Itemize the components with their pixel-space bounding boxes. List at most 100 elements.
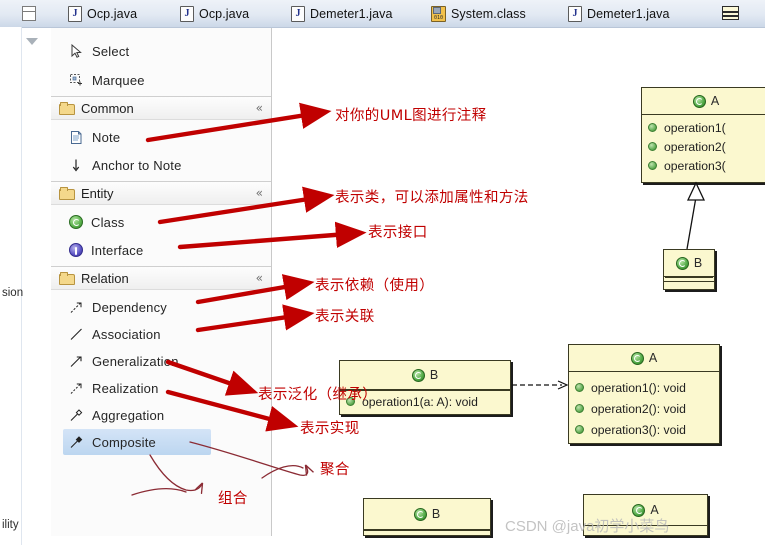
palette-item-select[interactable]: Select bbox=[51, 38, 271, 64]
collapse-caret-icon[interactable] bbox=[26, 38, 38, 45]
palette-item-anchor-to-note[interactable]: Anchor to Note bbox=[51, 152, 271, 178]
uml-class-b-top[interactable]: B bbox=[663, 249, 715, 290]
operation-label: operation3(): void bbox=[591, 422, 686, 437]
operation-visibility-icon bbox=[575, 383, 584, 392]
editor-tab-0[interactable]: Ocp.java bbox=[60, 2, 145, 26]
uml-operation: operation3(): void bbox=[575, 419, 719, 440]
uml-class-name: A bbox=[648, 351, 658, 365]
palette-label: Interface bbox=[91, 242, 144, 258]
palette-label: Note bbox=[92, 129, 121, 145]
uml-operation: operation2(): void bbox=[575, 398, 719, 419]
palette-label: Anchor to Note bbox=[92, 157, 182, 173]
operation-visibility-icon bbox=[648, 142, 657, 151]
class-badge-icon bbox=[630, 351, 644, 365]
annotation-realization: 表示实现 bbox=[300, 421, 360, 437]
operation-label: operation2( bbox=[664, 139, 726, 154]
palette-label: Select bbox=[92, 43, 130, 59]
uml-class-title: A bbox=[569, 345, 719, 372]
folder-icon bbox=[59, 187, 75, 200]
editor-tab-4[interactable]: Demeter1.java bbox=[560, 2, 678, 26]
chevron-collapse-icon[interactable]: « bbox=[256, 271, 263, 285]
palette-section-entity[interactable]: Entity « bbox=[51, 181, 271, 205]
java-file-icon bbox=[180, 6, 194, 22]
editor-tab-label: Demeter1.java bbox=[587, 7, 670, 21]
uml-operations: operation1(): void operation2(): void op… bbox=[569, 372, 719, 443]
uml-class-name: B bbox=[693, 256, 703, 270]
palette-item-dependency[interactable]: Dependency bbox=[51, 294, 271, 320]
editor-tab-1[interactable]: Ocp.java bbox=[172, 2, 257, 26]
palette-section-common[interactable]: Common « bbox=[51, 96, 271, 120]
annotation-class: 表示类，可以添加属性和方法 bbox=[335, 190, 529, 206]
class-badge-icon bbox=[675, 256, 689, 270]
palette-item-interface[interactable]: Interface bbox=[51, 237, 271, 263]
palette-item-composite[interactable]: Composite bbox=[63, 429, 211, 455]
editor-tab-2[interactable]: Demeter1.java bbox=[283, 2, 401, 26]
palette-label: Dependency bbox=[92, 299, 167, 315]
palette-item-generalization[interactable]: Generalization bbox=[51, 348, 271, 374]
dependency-arrow-icon bbox=[69, 300, 84, 315]
uml-class-a-top[interactable]: A operation1( operation2( operation3( bbox=[641, 87, 765, 183]
marquee-icon bbox=[69, 73, 84, 88]
interface-icon bbox=[69, 243, 83, 257]
uml-operations: operation1( operation2( operation3( bbox=[642, 115, 765, 178]
left-edge-strip bbox=[0, 27, 22, 545]
editor-tab-label: Demeter1.java bbox=[310, 7, 393, 21]
operation-visibility-icon bbox=[575, 425, 584, 434]
class-badge-icon bbox=[411, 368, 425, 382]
palette-item-marquee[interactable]: Marquee bbox=[51, 67, 271, 93]
palette-item-realization[interactable]: Realization bbox=[51, 375, 271, 401]
left-strip-divider bbox=[21, 27, 22, 545]
palette-label: Realization bbox=[92, 380, 159, 396]
uml-operation: operation1( bbox=[648, 118, 765, 137]
class-icon bbox=[69, 215, 83, 229]
palette-label: Composite bbox=[92, 434, 156, 450]
class-diagram-icon[interactable] bbox=[722, 6, 739, 20]
uml-operation: operation1(): void bbox=[575, 377, 719, 398]
palette-item-association[interactable]: Association bbox=[51, 321, 271, 347]
chevron-collapse-icon[interactable]: « bbox=[256, 101, 263, 115]
annotation-dependency: 表示依赖（使用） bbox=[315, 278, 435, 294]
java-file-icon bbox=[68, 6, 82, 22]
uml-empty-compartment bbox=[664, 277, 714, 282]
java-file-icon bbox=[568, 6, 582, 22]
class-badge-icon bbox=[692, 94, 706, 108]
operation-label: operation1(a: A): void bbox=[362, 394, 478, 409]
cursor-icon bbox=[69, 43, 84, 59]
uml-class-a-mid[interactable]: A operation1(): void operation2(): void … bbox=[568, 344, 720, 444]
palette-item-class[interactable]: Class bbox=[51, 209, 271, 235]
uml-operation: operation3( bbox=[648, 156, 765, 175]
java-file-icon bbox=[291, 6, 305, 22]
dependency-connector[interactable] bbox=[512, 380, 569, 390]
uml-operation: operation2( bbox=[648, 137, 765, 156]
uml-class-b-bottom[interactable]: B bbox=[363, 498, 491, 536]
annotation-note: 对你的UML图进行注释 bbox=[335, 108, 487, 124]
annotation-association: 表示关联 bbox=[315, 309, 375, 325]
folder-icon bbox=[59, 272, 75, 285]
palette-label: Generalization bbox=[92, 353, 179, 369]
uml-class-name: B bbox=[431, 507, 441, 521]
uml-class-title: B bbox=[664, 250, 714, 277]
palette-item-aggregation[interactable]: Aggregation bbox=[51, 402, 271, 428]
class-file-icon bbox=[431, 6, 446, 22]
realization-arrow-icon bbox=[69, 381, 84, 396]
palette-label: Class bbox=[91, 214, 125, 230]
aggregation-diamond-icon bbox=[69, 408, 84, 423]
palette-label: Aggregation bbox=[92, 407, 165, 423]
editor-tab-label: Ocp.java bbox=[199, 7, 250, 21]
uml-class-title: A bbox=[642, 88, 765, 115]
editor-tab-label: Ocp.java bbox=[87, 7, 138, 21]
note-icon bbox=[69, 130, 84, 145]
uml-class-title: B bbox=[364, 499, 490, 531]
watermark: CSDN @java初学小菜鸟 bbox=[505, 518, 670, 535]
generalization-connector[interactable] bbox=[686, 181, 706, 250]
association-line-icon bbox=[69, 327, 84, 342]
edge-fragment-ility: ility bbox=[2, 519, 19, 531]
palette-section-title: Entity bbox=[81, 185, 114, 201]
folder-icon bbox=[59, 102, 75, 115]
palette-item-note[interactable]: Note bbox=[51, 124, 271, 150]
anchor-arrow-icon bbox=[69, 158, 84, 173]
editor-tab-3[interactable]: System.class bbox=[423, 2, 534, 26]
chevron-collapse-icon[interactable]: « bbox=[256, 186, 263, 200]
palette-section-relation[interactable]: Relation « bbox=[51, 266, 271, 290]
palette-section-title: Common bbox=[81, 100, 134, 116]
